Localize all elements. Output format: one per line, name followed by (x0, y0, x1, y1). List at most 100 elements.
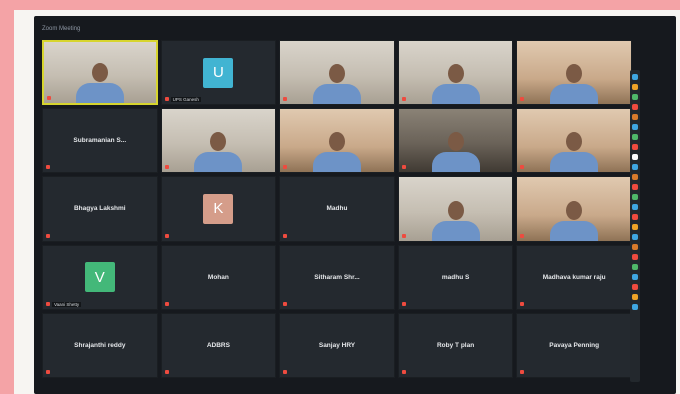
mic-muted-icon (401, 301, 406, 306)
side-toolbar (630, 70, 640, 382)
participant-tile[interactable] (279, 108, 395, 174)
mic-muted-icon (164, 97, 169, 102)
mic-muted-icon (164, 165, 169, 170)
participant-name: Madhava kumar raju (542, 273, 606, 281)
participant-name: Subramanian S... (73, 137, 127, 145)
mic-muted-icon (164, 301, 169, 306)
participant-tile[interactable]: Bhagya Lakshmi (42, 176, 158, 242)
participant-tile[interactable]: ADBRS (160, 312, 277, 378)
mic-muted-icon (520, 97, 525, 102)
participant-tile[interactable] (397, 40, 514, 106)
participant-video (75, 57, 124, 104)
participant-tile[interactable]: V Vaani Shetty (42, 244, 158, 310)
participant-video (312, 58, 361, 105)
mic-muted-icon (283, 301, 288, 306)
participant-tile[interactable]: Shrajanthi reddy (42, 312, 158, 378)
side-app-icon[interactable] (632, 284, 638, 290)
participant-name: madhu S (441, 273, 470, 281)
participant-tile[interactable]: Madhu (279, 176, 395, 242)
side-app-icon[interactable] (632, 174, 638, 180)
side-app-icon[interactable] (632, 84, 638, 90)
side-app-icon[interactable] (632, 114, 638, 120)
participant-label: UPS Ganesh (170, 97, 201, 103)
side-app-icon[interactable] (632, 214, 638, 220)
participant-tile[interactable]: Madhava kumar raju (516, 244, 632, 310)
participant-tile[interactable] (516, 176, 632, 242)
side-app-icon[interactable] (632, 124, 638, 130)
participant-name: Madhu (326, 205, 348, 213)
participant-tile[interactable]: U UPS Ganesh (160, 40, 277, 106)
photo-frame: Zoom Meeting U UPS Ganesh Subramanian S...… (14, 10, 680, 394)
participant-video (431, 195, 480, 241)
participant-name: Roby T plan (436, 341, 475, 349)
mic-muted-icon (164, 369, 169, 374)
side-app-icon[interactable] (632, 304, 638, 310)
side-app-icon[interactable] (632, 254, 638, 260)
mic-muted-icon (283, 97, 288, 102)
participant-tile[interactable] (397, 108, 514, 174)
side-app-icon[interactable] (632, 234, 638, 240)
mic-muted-icon (401, 97, 406, 102)
side-app-icon[interactable] (632, 184, 638, 190)
participant-avatar: K (203, 193, 234, 224)
participant-name: Sitharam Shr... (314, 273, 360, 281)
side-app-icon[interactable] (632, 154, 638, 160)
side-app-icon[interactable] (632, 204, 638, 210)
side-app-icon[interactable] (632, 244, 638, 250)
mic-muted-icon (46, 301, 50, 306)
mic-muted-icon (520, 301, 525, 306)
participant-tile[interactable] (279, 40, 395, 106)
participant-video (312, 126, 361, 173)
mic-muted-icon (283, 165, 288, 170)
participant-tile[interactable]: Sitharam Shr... (279, 244, 395, 310)
meeting-window: Zoom Meeting U UPS Ganesh Subramanian S...… (34, 16, 676, 394)
participant-name: Shrajanthi reddy (74, 341, 126, 349)
mic-muted-icon (46, 233, 50, 238)
participant-avatar: V (84, 262, 115, 293)
participant-tile[interactable]: Sanjay HRY (279, 312, 395, 378)
side-app-icon[interactable] (632, 134, 638, 140)
participant-name: Pavaya Penning (549, 341, 600, 349)
mic-muted-icon (520, 233, 525, 238)
participant-tile[interactable]: Pavaya Penning (516, 312, 632, 378)
participant-grid: U UPS Ganesh Subramanian S... Bhagya Lakshm… (42, 40, 632, 378)
side-app-icon[interactable] (632, 294, 638, 300)
participant-name: ADBRS (206, 341, 230, 349)
side-app-icon[interactable] (632, 194, 638, 200)
mic-muted-icon (401, 369, 406, 374)
participant-video (550, 195, 599, 241)
participant-tile[interactable]: K (160, 176, 277, 242)
side-app-icon[interactable] (632, 104, 638, 110)
mic-muted-icon (520, 165, 525, 170)
side-app-icon[interactable] (632, 74, 638, 80)
side-app-icon[interactable] (632, 94, 638, 100)
participant-tile[interactable]: Subramanian S... (42, 108, 158, 174)
participant-tile[interactable] (160, 108, 277, 174)
participant-label: Vaani Shetty (52, 301, 82, 307)
participant-tile[interactable]: Roby T plan (397, 312, 514, 378)
participant-tile[interactable] (42, 40, 158, 106)
participant-video (431, 58, 480, 105)
mic-muted-icon (47, 96, 51, 101)
participant-tile[interactable] (516, 108, 632, 174)
participant-avatar: U (203, 57, 234, 88)
mic-muted-icon (520, 369, 525, 374)
participant-name: Sanjay HRY (318, 341, 356, 349)
mic-muted-icon (401, 233, 406, 238)
participant-video (550, 126, 599, 173)
mic-muted-icon (46, 165, 50, 170)
side-app-icon[interactable] (632, 164, 638, 170)
side-app-icon[interactable] (632, 144, 638, 150)
participant-tile[interactable] (516, 40, 632, 106)
mic-muted-icon (46, 369, 50, 374)
side-app-icon[interactable] (632, 224, 638, 230)
mic-muted-icon (401, 165, 406, 170)
participant-tile[interactable]: Mohan (160, 244, 277, 310)
participant-tile[interactable] (397, 176, 514, 242)
participant-tile[interactable]: madhu S (397, 244, 514, 310)
participant-name: Mohan (207, 273, 229, 281)
participant-name: Bhagya Lakshmi (73, 205, 126, 213)
side-app-icon[interactable] (632, 264, 638, 270)
side-app-icon[interactable] (632, 274, 638, 280)
participant-video (550, 58, 599, 105)
